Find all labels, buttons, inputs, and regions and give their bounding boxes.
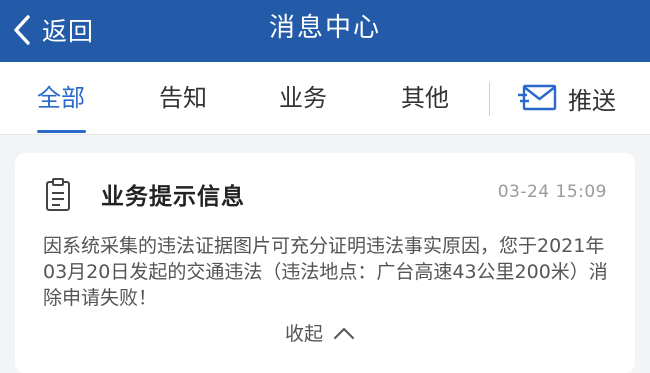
collapse-button[interactable]: 收起 [285, 319, 355, 346]
tab-notice[interactable]: 告知 [148, 62, 218, 134]
message-title: 业务提示信息 [101, 184, 245, 210]
clipboard-icon [46, 178, 70, 211]
message-time: 03-24 15:09 [497, 182, 607, 202]
message-card[interactable]: 业务提示信息 03-24 15:09 因系统采集的违法证据图片可充分证明违法事实… [15, 153, 635, 373]
tab-all[interactable]: 全部 [26, 62, 96, 134]
page-title: 消息中心 [268, 13, 381, 43]
back-label: 返回 [42, 17, 95, 46]
push-button[interactable]: 推送 [518, 62, 616, 134]
chevron-left-icon [14, 15, 30, 45]
back-button[interactable]: 返回 [12, 10, 94, 50]
tab-divider [489, 82, 490, 116]
message-body: 因系统采集的违法证据图片可充分证明违法事实原因，您于2021年03月20日发起的… [43, 235, 608, 309]
push-label: 推送 [568, 86, 616, 115]
chevron-up-icon [334, 327, 355, 339]
collapse-label: 收起 [285, 323, 324, 345]
tab-business[interactable]: 业务 [268, 62, 338, 134]
app-header: 返回 消息中心 [0, 0, 650, 62]
active-tab-indicator [37, 130, 86, 133]
tab-other[interactable]: 其他 [390, 62, 460, 134]
mail-send-icon [518, 84, 557, 111]
